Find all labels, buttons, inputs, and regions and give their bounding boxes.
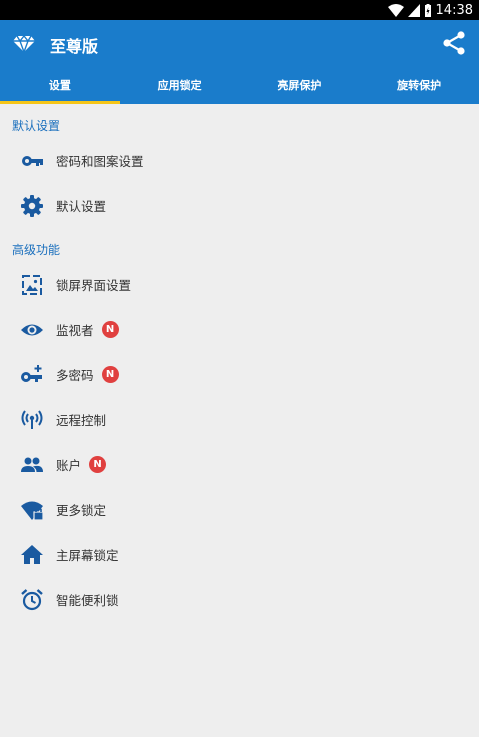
list-item-label: 锁屏界面设置 (56, 278, 132, 293)
status-bar: 14:38 (0, 0, 479, 20)
list-item-label: 账户 (56, 458, 82, 473)
list-item-account[interactable]: 账户 N (0, 442, 479, 487)
share-icon[interactable] (441, 30, 467, 56)
list-item-multi-password[interactable]: 多密码 N (0, 352, 479, 397)
tab-settings[interactable]: 设置 (0, 66, 120, 104)
list-item-password-pattern[interactable]: 密码和图案设置 (0, 138, 479, 183)
settings-list: 默认设置 密码和图案设置 默认设置 高级功能 锁屏界面设置 监视者 N 多密码 … (0, 104, 479, 622)
list-item-more-locks[interactable]: 更多锁定 (0, 487, 479, 532)
list-item-label: 主屏幕锁定 (56, 548, 119, 563)
list-item-lockscreen-settings[interactable]: 锁屏界面设置 (0, 262, 479, 307)
new-badge: N (101, 321, 119, 338)
signal-icon (407, 3, 420, 17)
app-title: 至尊版 (50, 37, 99, 56)
wifi-icon (387, 3, 404, 17)
list-item-label: 监视者 (56, 323, 94, 338)
wifi-lock-icon (20, 498, 44, 522)
people-icon (20, 453, 44, 477)
list-item-label: 多密码 (56, 368, 94, 383)
list-item-home-lock[interactable]: 主屏幕锁定 (0, 532, 479, 577)
multi-key-icon (20, 363, 44, 387)
eye-icon (20, 318, 44, 342)
list-item-label: 远程控制 (56, 413, 107, 428)
section-header-default: 默认设置 (12, 119, 61, 133)
diamond-logo-icon (12, 31, 36, 55)
app-bar: 至尊版 (0, 20, 479, 66)
list-item-watcher[interactable]: 监视者 N (0, 307, 479, 352)
battery-icon (424, 3, 432, 17)
wallpaper-icon (20, 273, 44, 297)
home-icon (20, 543, 44, 567)
tab-rotation-protection[interactable]: 旋转保护 (359, 66, 479, 104)
tab-app-lock[interactable]: 应用锁定 (120, 66, 240, 104)
alarm-icon (20, 588, 44, 612)
list-item-label: 更多锁定 (56, 503, 107, 518)
new-badge: N (101, 366, 119, 383)
list-item-label: 智能便利锁 (56, 593, 119, 608)
key-icon (20, 149, 44, 173)
tab-screen-on-protection[interactable]: 亮屏保护 (240, 66, 360, 104)
list-item-label: 密码和图案设置 (56, 154, 144, 169)
list-item-default-settings[interactable]: 默认设置 (0, 183, 479, 228)
tab-bar: 设置 应用锁定 亮屏保护 旋转保护 (0, 66, 479, 104)
wireless-icon (20, 408, 44, 432)
gear-icon (20, 194, 44, 218)
list-item-remote-control[interactable]: 远程控制 (0, 397, 479, 442)
status-time: 14:38 (435, 2, 473, 18)
list-item-smart-lock[interactable]: 智能便利锁 (0, 577, 479, 622)
list-item-label: 默认设置 (56, 199, 107, 214)
new-badge: N (89, 456, 107, 473)
section-header-advanced: 高级功能 (12, 243, 61, 257)
